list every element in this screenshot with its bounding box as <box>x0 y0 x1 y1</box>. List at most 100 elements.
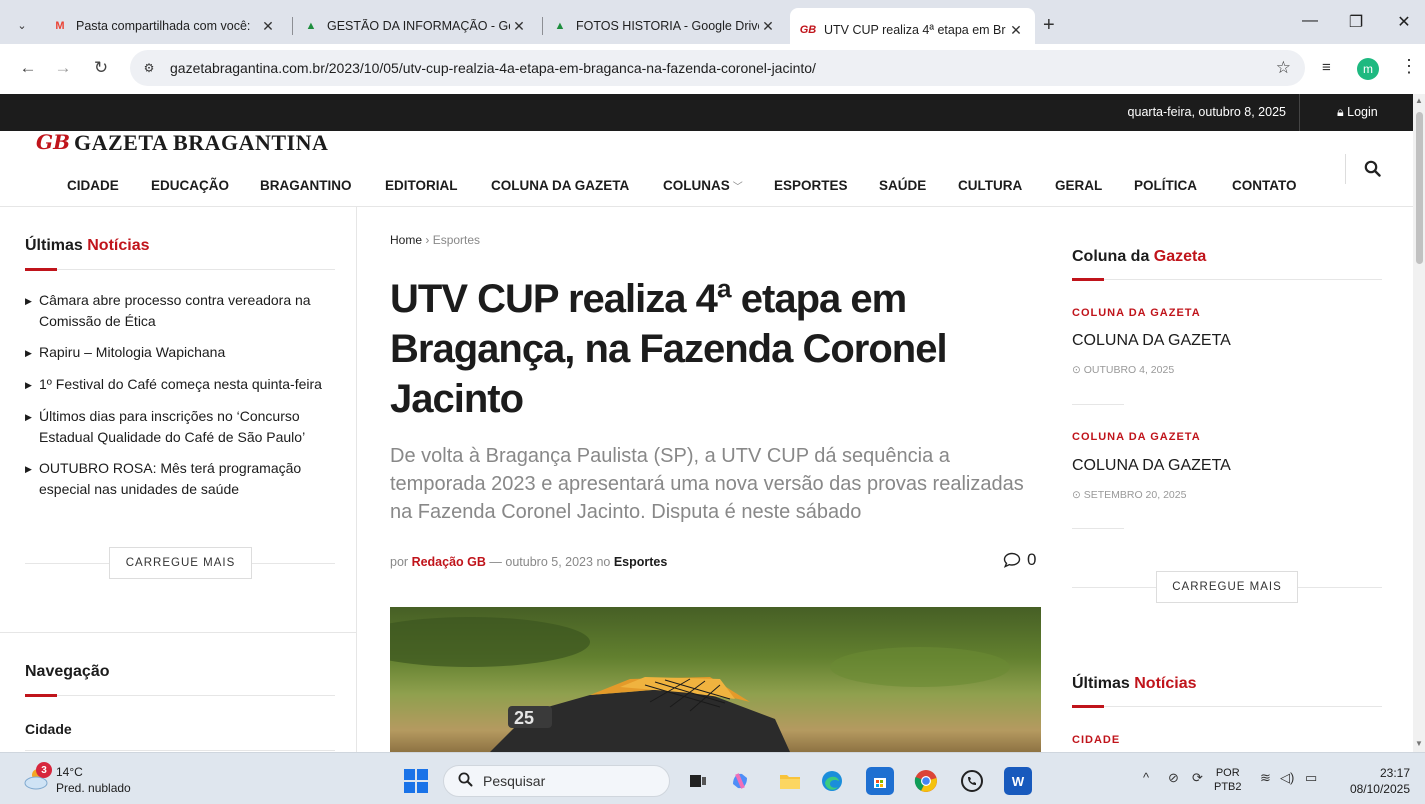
nav-item-bragantino[interactable]: BRAGANTINO <box>260 178 352 193</box>
weather-description[interactable]: Pred. nublado <box>56 781 131 795</box>
article-title: UTV CUP realiza 4ª etapa em Bragança, na… <box>390 277 948 421</box>
widget-title-text: Últimas <box>25 237 83 254</box>
list-item[interactable]: ▶ Rapiru – Mitologia Wapichana <box>25 342 335 364</box>
focus-assist-icon[interactable]: ⊘ <box>1168 770 1179 786</box>
list-item[interactable]: ▶ 1º Festival do Café começa nesta quinta… <box>25 374 335 396</box>
scroll-down-arrow-icon[interactable]: ▼ <box>1415 739 1423 748</box>
language-code: POR <box>1215 767 1240 779</box>
meta-by-label: por <box>390 555 409 569</box>
taskbar-search-box[interactable]: Pesquisar <box>443 765 670 797</box>
new-tab-button[interactable]: + <box>1043 14 1055 37</box>
copilot-icon[interactable] <box>726 767 754 795</box>
close-tab-icon[interactable]: ✕ <box>1007 22 1025 39</box>
news-link[interactable]: 1º Festival do Café começa nesta quinta-… <box>39 374 322 396</box>
news-link[interactable]: Rapiru – Mitologia Wapichana <box>39 342 225 364</box>
back-button[interactable]: ← <box>17 58 39 78</box>
category-link[interactable]: Esportes <box>614 555 668 569</box>
news-link[interactable]: OUTUBRO ROSA: Mês terá programação espec… <box>39 458 335 500</box>
list-item[interactable]: ▶ Últimos dias para inscrições no ‘Concur… <box>25 406 335 448</box>
nav-item-coluna-da-gazeta[interactable]: COLUNA DA GAZETA <box>491 178 629 193</box>
chrome-browser-icon[interactable] <box>912 767 940 795</box>
browser-tab[interactable]: ▲ FOTOS HISTORIA - Google Drive ✕ <box>542 8 787 44</box>
list-divider <box>25 750 335 751</box>
whatsapp-icon[interactable] <box>958 767 986 795</box>
browser-tab[interactable]: M Pasta compartilhada com você: ✕ <box>42 8 287 44</box>
reload-button[interactable]: ↻ <box>90 58 112 78</box>
breadcrumb-home[interactable]: Home <box>390 233 422 247</box>
bookmark-star-icon[interactable]: ☆ <box>1276 58 1291 78</box>
edge-browser-icon[interactable] <box>818 767 846 795</box>
close-tab-icon[interactable]: ✕ <box>259 18 277 35</box>
scroll-up-arrow-icon[interactable]: ▲ <box>1415 96 1423 105</box>
post-date-text: SETEMBRO 20, 2025 <box>1083 489 1187 501</box>
wifi-icon[interactable]: ≋ <box>1260 770 1271 786</box>
browser-toolbar: ← → ↻ ⚙ gazetabragantina.com.br/2023/10/… <box>0 44 1425 94</box>
battery-icon[interactable]: ▭ <box>1305 770 1317 786</box>
close-window-button[interactable]: ✕ <box>1389 12 1419 32</box>
nav-item-cidade[interactable]: CIDADE <box>67 178 119 193</box>
post-category[interactable]: CIDADE <box>1072 734 1120 746</box>
load-more-button[interactable]: CARREGUE MAIS <box>1156 571 1298 603</box>
file-explorer-icon[interactable] <box>776 767 804 795</box>
post-category[interactable]: COLUNA DA GAZETA <box>1072 307 1201 319</box>
word-icon[interactable]: W <box>1004 767 1032 795</box>
nav-item-geral[interactable]: GERAL <box>1055 178 1102 193</box>
nav-item-cultura[interactable]: CULTURA <box>958 178 1022 193</box>
task-view-icon[interactable] <box>684 767 712 795</box>
list-item[interactable]: ▶ OUTUBRO ROSA: Mês terá programação espe… <box>25 458 335 500</box>
microsoft-store-icon[interactable] <box>866 767 894 795</box>
address-bar[interactable]: ⚙ gazetabragantina.com.br/2023/10/05/utv… <box>130 50 1305 86</box>
latest-news-title-right: Últimas Notícias <box>1072 675 1197 693</box>
media-controls-icon[interactable]: ≡ <box>1322 59 1331 76</box>
site-info-icon[interactable]: ⚙ <box>138 57 160 79</box>
browser-menu-icon[interactable]: ⋮ <box>1400 56 1418 77</box>
close-tab-icon[interactable]: ✕ <box>510 18 528 35</box>
close-tab-icon[interactable]: ✕ <box>759 18 777 35</box>
notification-alert-icon[interactable]: ⟳ <box>1192 770 1203 786</box>
lock-icon: 🔒︎ <box>1337 105 1348 119</box>
list-item[interactable]: ▶ Câmara abre processo contra vereadora n… <box>25 290 335 332</box>
nav-item-politica[interactable]: POLÍTICA <box>1134 178 1197 193</box>
windows-start-icon[interactable] <box>404 769 428 793</box>
nav-item-saude[interactable]: SAÚDE <box>879 178 926 193</box>
load-more-button[interactable]: CARREGUE MAIS <box>109 547 252 579</box>
browser-tab[interactable]: ▲ GESTÃO DA INFORMAÇÃO - Go ✕ <box>293 8 538 44</box>
nav-item-contato[interactable]: CONTATO <box>1232 178 1297 193</box>
weather-temperature[interactable]: 14°C <box>56 765 83 779</box>
load-more-line <box>25 563 109 564</box>
address-url[interactable]: gazetabragantina.com.br/2023/10/05/utv-c… <box>170 60 816 76</box>
login-link[interactable]: 🔒︎ Login <box>1337 105 1378 120</box>
widget-title-accent: Gazeta <box>1153 248 1207 265</box>
post-title[interactable]: COLUNA DA GAZETA <box>1072 332 1231 350</box>
scrollbar-thumb[interactable] <box>1416 112 1423 264</box>
nav-item-colunas[interactable]: COLUNAS ﹀ <box>663 178 743 193</box>
tab-search-chevron-icon[interactable]: ⌄ <box>10 13 34 37</box>
forward-button[interactable]: → <box>52 58 74 78</box>
widget-title-rule <box>25 268 335 271</box>
author-link[interactable]: Redação GB <box>412 555 486 569</box>
post-category[interactable]: COLUNA DA GAZETA <box>1072 431 1201 443</box>
page-scrollbar[interactable]: ▲ ▼ <box>1413 94 1425 752</box>
post-title[interactable]: COLUNA DA GAZETA <box>1072 457 1231 475</box>
comments-link[interactable]: 0 <box>1003 550 1036 570</box>
nav-item-esportes[interactable]: ESPORTES <box>774 178 848 193</box>
nav-divider <box>1345 154 1346 184</box>
input-language-indicator[interactable]: POR PTB2 <box>1214 766 1242 794</box>
widget-title-rule <box>25 694 335 697</box>
news-link[interactable]: Câmara abre processo contra vereadora na… <box>39 290 335 332</box>
nav-item-editorial[interactable]: EDITORIAL <box>385 178 458 193</box>
site-logo[interactable]: GB GAZETA BRAGANTINA <box>36 131 328 152</box>
show-hidden-icons-chevron-icon[interactable]: ^ <box>1143 770 1149 785</box>
restore-button[interactable]: ❐ <box>1341 12 1371 32</box>
taskbar-clock[interactable]: 23:17 08/10/2025 <box>1344 765 1410 797</box>
profile-avatar[interactable]: m <box>1357 58 1379 80</box>
search-icon[interactable] <box>1364 160 1381 182</box>
minimize-button[interactable]: — <box>1295 12 1325 30</box>
sidebar-item-cidade[interactable]: Cidade <box>25 721 72 737</box>
caret-right-icon: ▶ <box>25 464 32 474</box>
breadcrumb-section[interactable]: Esportes <box>433 233 480 247</box>
volume-icon[interactable]: ◁) <box>1280 770 1294 786</box>
nav-item-educacao[interactable]: EDUCAÇÃO <box>151 178 229 193</box>
caret-right-icon: ▶ <box>25 348 32 358</box>
news-link[interactable]: Últimos dias para inscrições no ‘Concurs… <box>39 406 335 448</box>
